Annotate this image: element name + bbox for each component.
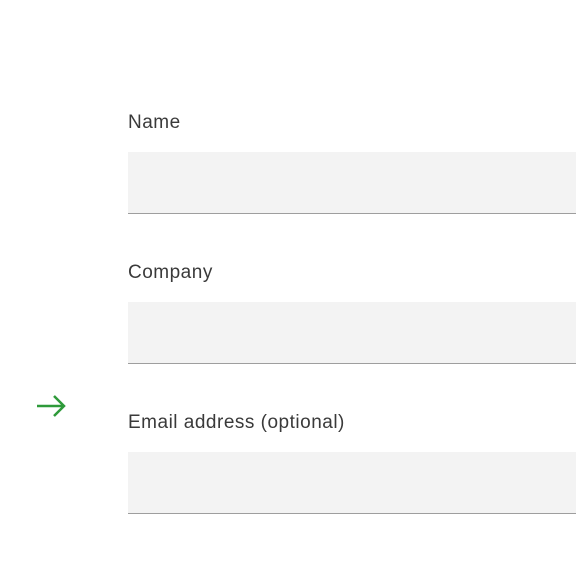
arrow-right-icon [35, 393, 67, 419]
email-label: Email address (optional) [128, 412, 576, 434]
company-field-group: Company [128, 262, 576, 364]
name-input[interactable] [128, 152, 576, 214]
email-input[interactable] [128, 452, 576, 514]
company-input[interactable] [128, 302, 576, 364]
contact-form: Name Company Email address (optional) [128, 112, 576, 562]
name-label: Name [128, 112, 576, 134]
name-field-group: Name [128, 112, 576, 214]
company-label: Company [128, 262, 576, 284]
email-field-group: Email address (optional) [128, 412, 576, 514]
